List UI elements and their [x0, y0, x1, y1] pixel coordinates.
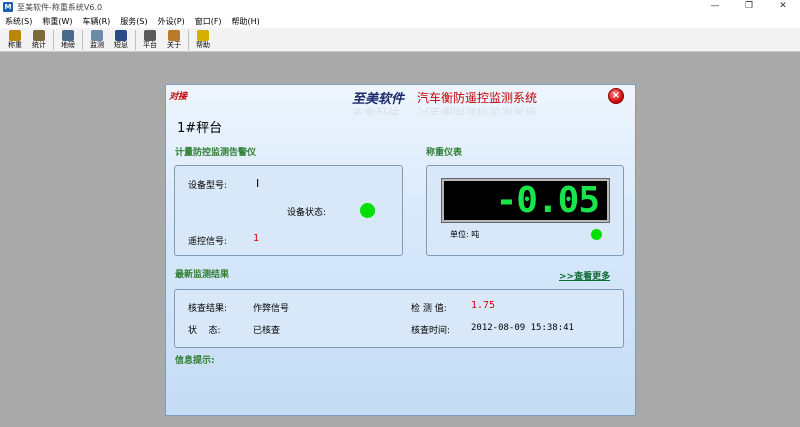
alarm-device-box: 设备型号: I 设备状态: 遥控信号: 1 — [174, 165, 403, 256]
menu-bar: 系统(S) 称重(W) 车辆(R) 服务(S) 外设(P) 窗口(F) 帮助(H… — [0, 14, 800, 28]
title-reflection: 汽车衡防遥控监测系统 — [417, 107, 538, 115]
toolbar-label: 平台 — [143, 41, 157, 49]
meter-section-title: 称重仪表 — [426, 148, 463, 158]
menu-weigh[interactable]: 称重(W) — [42, 16, 72, 27]
truck-weigh-icon — [9, 30, 21, 41]
menu-service[interactable]: 服务(S) — [120, 16, 147, 27]
menu-help[interactable]: 帮助(H) — [232, 16, 260, 27]
unit-label: 单位: 吨 — [450, 230, 480, 239]
toolbar-label: 称重 — [8, 41, 22, 49]
scale-icon — [62, 30, 74, 41]
help-icon — [197, 30, 209, 41]
check-time-label: 核查时间: — [411, 326, 451, 336]
toolbar-monitor-button[interactable]: 监测 — [86, 29, 108, 51]
about-icon — [168, 30, 180, 41]
brand-name: 至美软件 — [352, 92, 405, 107]
view-more-link[interactable]: >>查看更多 — [559, 269, 610, 282]
toolbar-label: 帮助 — [196, 41, 210, 49]
device-status-indicator — [360, 203, 375, 218]
monitor-icon — [91, 30, 103, 41]
menu-system[interactable]: 系统(S) — [5, 16, 32, 27]
status-label: 设备状态: — [287, 208, 327, 218]
toolbar: 称重 统计 地磅 监测 短息 平台 关于 帮助 — [0, 28, 800, 52]
alarm-section-title: 计量防控监测告警仪 — [175, 148, 257, 158]
detect-value-label: 检 测 值: — [411, 304, 447, 314]
weighing-meter-box: -0.05 单位: 吨 — [426, 165, 624, 256]
toolbar-separator — [82, 30, 83, 50]
toolbar-help-button[interactable]: 帮助 — [192, 29, 214, 51]
platform-icon — [144, 30, 156, 41]
monitor-panel: 对接 至美软件 汽车衡防遥控监测系统 至美软件 汽车衡防遥控监测系统 × 1#秤… — [165, 84, 636, 416]
model-label: 设备型号: — [188, 181, 228, 191]
minimize-button[interactable]: — — [698, 0, 732, 14]
close-window-button[interactable]: ✕ — [766, 0, 800, 14]
toolbar-stats-button[interactable]: 统计 — [28, 29, 50, 51]
detect-value: 1.75 — [471, 300, 496, 311]
scale-name: 1#秤台 — [177, 121, 223, 136]
toolbar-label: 监测 — [90, 41, 104, 49]
meter-status-indicator — [591, 229, 602, 240]
toolbar-label: 关于 — [167, 41, 181, 49]
weight-reading: -0.05 — [495, 179, 600, 221]
toolbar-sms-button[interactable]: 短息 — [110, 29, 132, 51]
menu-peripheral[interactable]: 外设(P) — [158, 16, 185, 27]
check-result-value: 作弊信号 — [253, 304, 290, 314]
toolbar-separator — [188, 30, 189, 50]
stats-icon — [33, 30, 45, 41]
title-bar: M 至美软件-称重系统V6.0 — ❐ ✕ — [0, 0, 800, 14]
close-panel-button[interactable]: × — [608, 88, 624, 104]
toolbar-label: 统计 — [32, 41, 46, 49]
model-value: I — [256, 177, 260, 190]
system-title: 汽车衡防遥控监测系统 — [417, 91, 538, 105]
weight-display: -0.05 — [441, 178, 610, 223]
toolbar-scale-button[interactable]: 地磅 — [57, 29, 79, 51]
maximize-button[interactable]: ❐ — [732, 0, 766, 14]
toolbar-label: 地磅 — [61, 41, 75, 49]
results-box: 核查结果: 作弊信号 检 测 值: 1.75 状 态: 已核查 核查时间: 20… — [174, 289, 624, 348]
toolbar-about-button[interactable]: 关于 — [163, 29, 185, 51]
check-time-value: 2012-08-09 15:38:41 — [471, 323, 574, 333]
signal-value: 1 — [253, 233, 260, 244]
menu-vehicle[interactable]: 车辆(R) — [82, 16, 110, 27]
brand-reflection: 至美软件 — [352, 107, 401, 115]
corner-label: 对接 — [169, 92, 188, 102]
state-value: 已核查 — [253, 326, 281, 336]
toolbar-separator — [53, 30, 54, 50]
toolbar-separator — [135, 30, 136, 50]
results-section-title: 最新监测结果 — [175, 270, 230, 280]
window-title: 至美软件-称重系统V6.0 — [17, 2, 103, 12]
signal-label: 遥控信号: — [188, 237, 228, 247]
menu-window[interactable]: 窗口(F) — [195, 16, 222, 27]
toolbar-platform-button[interactable]: 平台 — [139, 29, 161, 51]
toolbar-label: 短息 — [114, 41, 128, 49]
state-label: 状 态: — [188, 326, 221, 336]
toolbar-weigh-button[interactable]: 称重 — [4, 29, 26, 51]
app-logo-icon: M — [3, 2, 13, 12]
info-label: 信息提示: — [175, 356, 215, 366]
check-result-label: 核查结果: — [188, 304, 228, 314]
sms-icon — [115, 30, 127, 41]
